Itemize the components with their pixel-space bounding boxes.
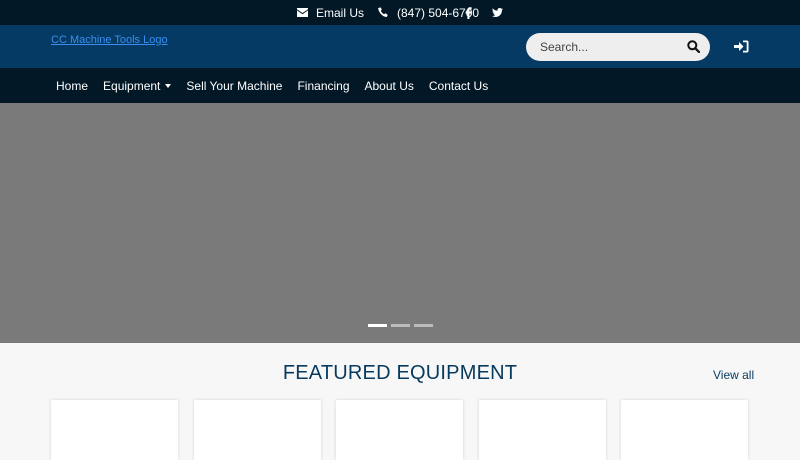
email-label: Email Us [316, 5, 365, 20]
search-icon[interactable] [687, 40, 701, 58]
envelope-icon [297, 8, 308, 17]
carousel-indicator[interactable] [391, 324, 410, 327]
equipment-card[interactable] [479, 400, 606, 460]
section-title: FEATURED EQUIPMENT [282, 362, 518, 384]
featured-equipment-section: FEATURED EQUIPMENT View all [0, 343, 800, 460]
email-link[interactable]: Email Us [297, 0, 364, 25]
nav-item-home[interactable]: Home [56, 79, 88, 93]
carousel-indicators [368, 324, 433, 327]
site-logo-link[interactable]: CC Machine Tools Logo [51, 34, 168, 46]
nav-item-sell-your-machine[interactable]: Sell Your Machine [186, 79, 282, 93]
hero-carousel[interactable] [0, 103, 800, 343]
sign-in-icon[interactable] [734, 40, 749, 58]
equipment-card[interactable] [336, 400, 463, 460]
carousel-indicator[interactable] [414, 324, 433, 327]
equipment-card[interactable] [621, 400, 748, 460]
twitter-link[interactable] [492, 0, 503, 25]
equipment-card[interactable] [194, 400, 321, 460]
twitter-icon [492, 8, 503, 17]
nav-item-contact-us[interactable]: Contact Us [429, 79, 488, 93]
caret-down-icon [165, 84, 172, 88]
nav-item-equipment[interactable]: Equipment [103, 78, 172, 93]
facebook-icon [465, 6, 472, 19]
phone-icon [378, 7, 389, 18]
carousel-indicator[interactable] [368, 324, 387, 327]
search-input[interactable] [540, 33, 680, 61]
main-navigation: Home Equipment Sell Your Machine Financi… [0, 68, 800, 103]
nav-item-financing[interactable]: Financing [297, 79, 349, 93]
phone-link[interactable]: (847) 504-6700 [378, 0, 479, 25]
nav-item-equipment-label: Equipment [103, 78, 161, 93]
facebook-link[interactable] [465, 0, 472, 25]
search-box [526, 33, 710, 61]
top-contact-bar: Email Us (847) 504-6700 [0, 0, 800, 25]
site-header: CC Machine Tools Logo [0, 25, 800, 68]
view-all-link[interactable]: View all [713, 368, 754, 382]
nav-item-about-us[interactable]: About Us [365, 79, 414, 93]
equipment-card[interactable] [51, 400, 178, 460]
